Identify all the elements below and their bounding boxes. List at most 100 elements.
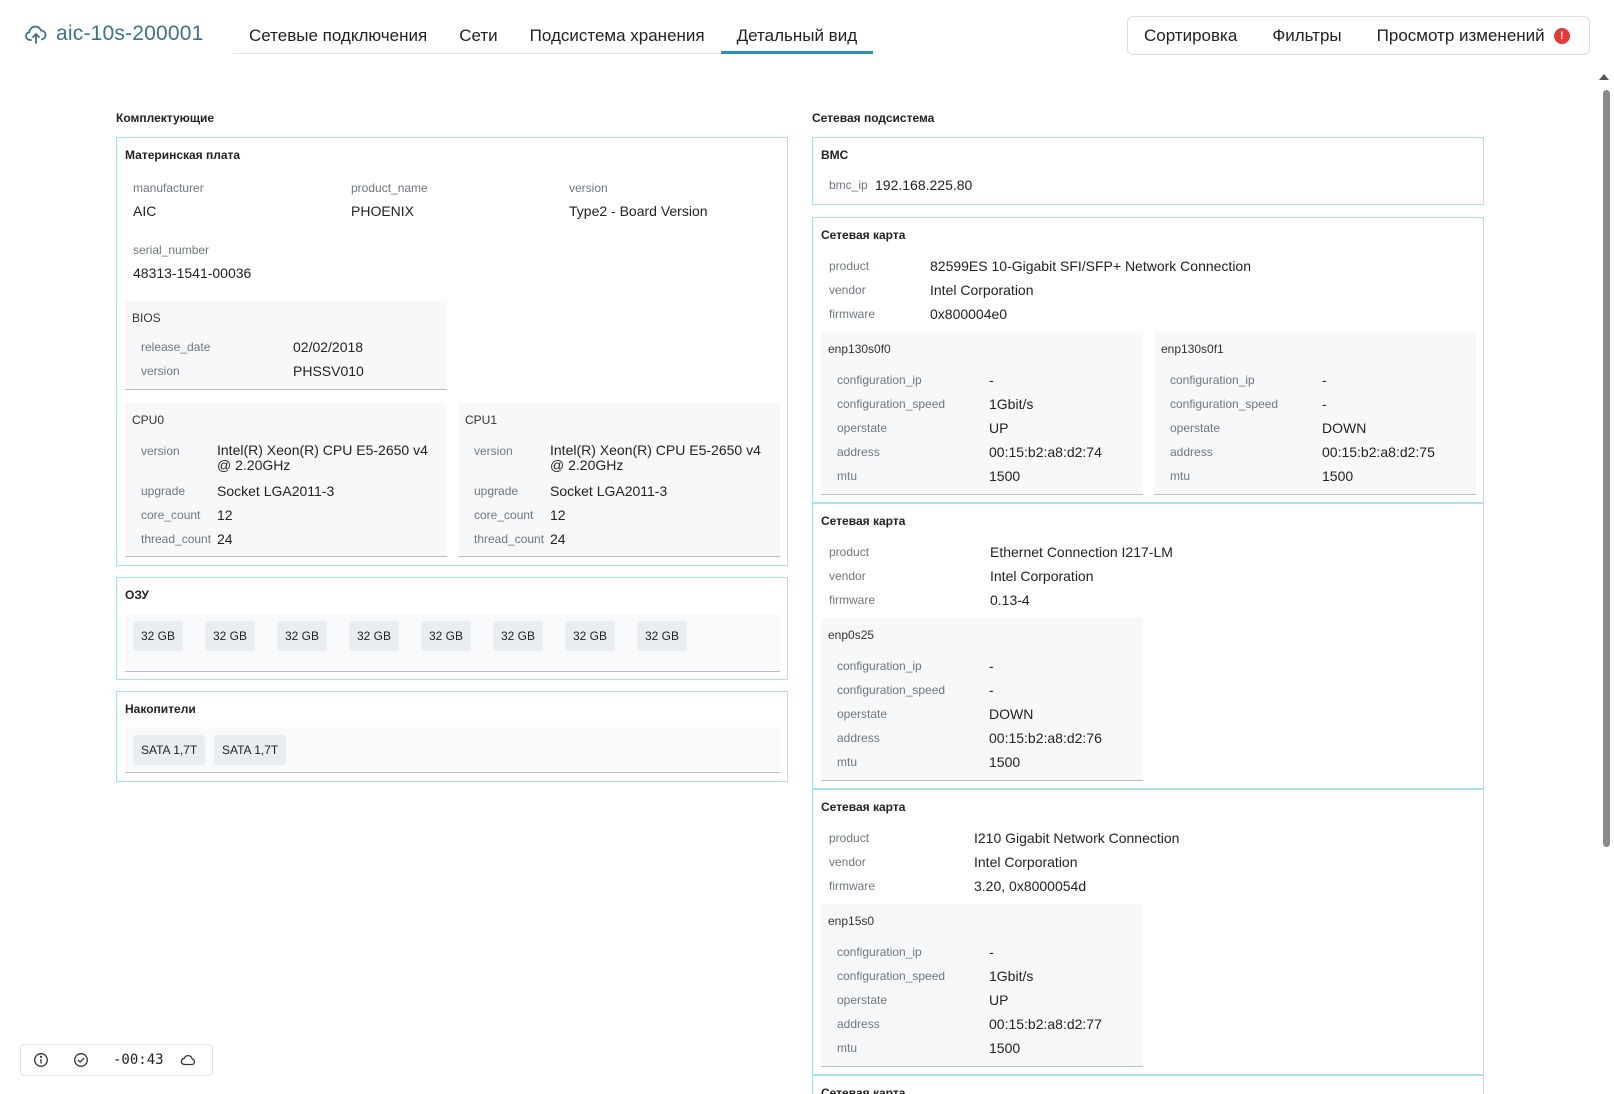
motherboard-title: Материнская плата (125, 148, 241, 162)
bios-panel: BIOS release_date 02/02/2018 version PHS… (125, 301, 447, 390)
configuration-ip-value: - (989, 658, 994, 674)
components-title: Комплектующие (116, 111, 215, 125)
serial-number-value: 48313-1541-00036 (133, 265, 252, 281)
interface-name: enp0s25 (828, 628, 875, 642)
drive-chip: SATA 1,7T (214, 735, 287, 765)
cpu-version-value: Intel(R) Xeon(R) CPU E5-2650 v4 @ 2.20GH… (550, 442, 761, 473)
firmware-label: firmware (829, 593, 876, 607)
address-label: address (837, 445, 880, 459)
scroll-up-arrow-icon[interactable] (1599, 74, 1609, 80)
configuration-ip-label: configuration_ip (837, 659, 922, 673)
interface-panel: enp130s0f1 configuration_ip - configurat… (1154, 332, 1476, 495)
operstate-label: operstate (837, 993, 888, 1007)
cpu-thread-count-label: thread_count (474, 532, 545, 546)
interface-name: enp130s0f1 (1161, 342, 1224, 356)
drive-chip: SATA 1,7T (133, 735, 206, 765)
storage-title: Накопители (125, 702, 196, 716)
ram-module-chip: 32 GB (349, 621, 400, 651)
motherboard-card: Материнская плата manufacturer AIC produ… (116, 137, 788, 566)
cpu-upgrade-value: Socket LGA2011-3 (217, 483, 335, 499)
vendor-value: Intel Corporation (974, 854, 1078, 870)
scrollbar-thumb[interactable] (1603, 90, 1610, 847)
brand[interactable]: aic-10s-200001 (24, 22, 204, 46)
network-card-title: Сетевая карта (821, 514, 906, 528)
ram-module-chip: 32 GB (637, 621, 688, 651)
top-bar: aic-10s-200001 Сетевые подключения Сети … (0, 0, 1614, 66)
bmc-ip-label: bmc_ip (829, 178, 868, 192)
board-version-value: Type2 - Board Version (569, 203, 708, 219)
mtu-value: 1500 (989, 754, 1021, 770)
view-changes-button[interactable]: Просмотр изменений ! (1377, 26, 1570, 46)
sort-button[interactable]: Сортировка (1144, 26, 1237, 46)
product-value: 82599ES 10-Gigabit SFI/SFP+ Network Conn… (930, 258, 1252, 274)
firmware-value: 0x800004e0 (930, 306, 1008, 322)
network-card: Сетевая карта (812, 1075, 1484, 1094)
operstate-label: operstate (1170, 421, 1221, 435)
configuration-ip-value: - (989, 372, 994, 388)
cpu-thread-count-value: 24 (217, 531, 233, 547)
mtu-label: mtu (1170, 469, 1191, 483)
tab-network-connections[interactable]: Сетевые подключения (233, 18, 443, 54)
bios-version-label: version (141, 364, 180, 378)
ram-module-chip: 32 GB (133, 621, 184, 651)
refresh-timer: -00:43 (113, 1052, 164, 1068)
interface-panel: enp0s25 configuration_ip - configuration… (821, 618, 1143, 781)
configuration-ip-value: - (989, 944, 994, 960)
configuration-speed-label: configuration_speed (837, 683, 946, 697)
tab-bar: Сетевые подключения Сети Подсистема хран… (233, 18, 874, 54)
address-label: address (837, 1017, 880, 1031)
operstate-label: operstate (837, 707, 888, 721)
ram-module-chip: 32 GB (421, 621, 472, 651)
address-value: 00:15:b2:a8:d2:74 (989, 444, 1102, 460)
firmware-label: firmware (829, 307, 876, 321)
tab-networks[interactable]: Сети (443, 18, 513, 54)
mtu-label: mtu (837, 1041, 858, 1055)
network-card-title: Сетевая карта (821, 228, 906, 242)
address-value: 00:15:b2:a8:d2:77 (989, 1016, 1102, 1032)
network-card-title: Сетевая карта (821, 800, 906, 814)
release-date-value: 02/02/2018 (293, 339, 364, 355)
cpu-core-count-value: 12 (550, 507, 566, 523)
network-card-title: Сетевая карта (821, 1086, 906, 1094)
product-name-value: PHOENIX (351, 203, 415, 219)
ram-card: ОЗУ 32 GB 32 GB 32 GB 32 GB 32 GB 32 GB … (116, 577, 788, 680)
operstate-value: DOWN (989, 706, 1034, 722)
alert-badge-icon: ! (1553, 27, 1570, 44)
configuration-speed-value: - (1322, 396, 1327, 412)
cpu-version-label: version (141, 444, 180, 458)
status-ok-button[interactable] (73, 1052, 89, 1068)
cpu-upgrade-value: Socket LGA2011-3 (550, 483, 668, 499)
vendor-label: vendor (829, 569, 866, 583)
address-label: address (837, 731, 880, 745)
info-button[interactable] (33, 1052, 49, 1068)
product-label: product (829, 831, 870, 845)
product-value: I210 Gigabit Network Connection (974, 830, 1180, 846)
configuration-ip-label: configuration_ip (837, 945, 922, 959)
bmc-card: BMC bmc_ip 192.168.225.80 (812, 137, 1484, 205)
cloud-icon (180, 1055, 195, 1066)
cloud-status-button[interactable] (180, 1052, 196, 1068)
cpu-upgrade-label: upgrade (141, 484, 186, 498)
firmware-label: firmware (829, 879, 876, 893)
firmware-value: 0.13-4 (990, 592, 1030, 608)
filters-button[interactable]: Фильтры (1272, 26, 1341, 46)
network-card: Сетевая карта product 82599ES 10-Gigabit… (812, 217, 1484, 503)
product-label: product (829, 259, 870, 273)
configuration-speed-label: configuration_speed (837, 969, 946, 983)
view-changes-label: Просмотр изменений (1376, 25, 1545, 45)
interface-panel: enp15s0 configuration_ip - configuration… (821, 904, 1143, 1067)
ram-module-chip: 32 GB (205, 621, 256, 651)
tab-detailed-view[interactable]: Детальный вид (720, 18, 874, 54)
ram-module-chip: 32 GB (277, 621, 328, 651)
cpu-core-count-value: 12 (217, 507, 233, 523)
address-label: address (1170, 445, 1213, 459)
product-label: product (829, 545, 870, 559)
tab-storage-subsystem[interactable]: Подсистема хранения (514, 18, 721, 54)
configuration-ip-label: configuration_ip (837, 373, 922, 387)
cpu-version-label: version (474, 444, 513, 458)
cpu-title: CPU1 (465, 413, 498, 427)
manufacturer-value: AIC (133, 203, 157, 219)
network-subsystem-title: Сетевая подсистема (812, 111, 935, 125)
configuration-ip-label: configuration_ip (1170, 373, 1255, 387)
operstate-value: UP (989, 992, 1009, 1008)
